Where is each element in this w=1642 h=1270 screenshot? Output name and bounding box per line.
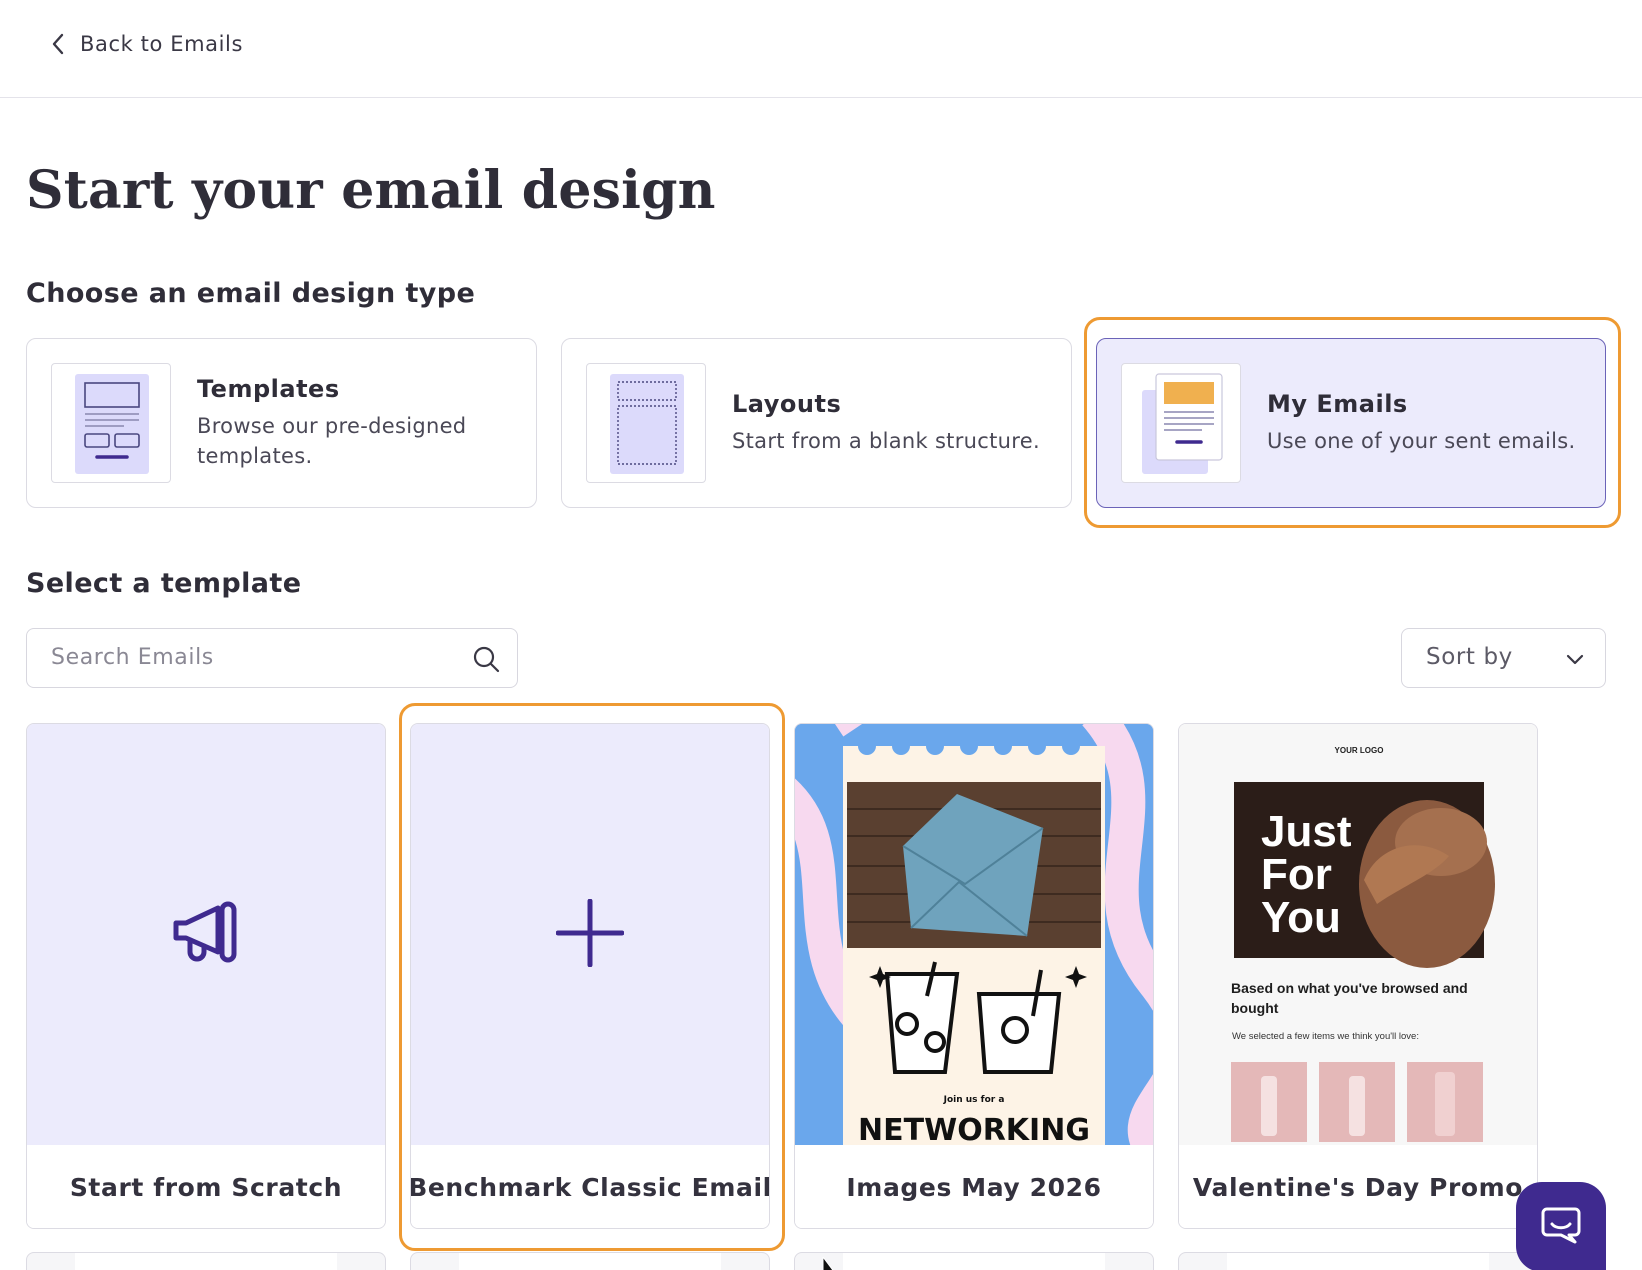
preview-invite-text: Join us for a bbox=[943, 1095, 1005, 1105]
template-card-row2[interactable] bbox=[794, 1252, 1154, 1270]
templates-card-description: Browse our pre-designed templates. bbox=[197, 414, 467, 468]
sort-by-dropdown[interactable]: Sort by bbox=[1401, 628, 1606, 688]
template-card-benchmark-classic-email[interactable]: Benchmark Classic Email bbox=[410, 723, 770, 1229]
mouse-cursor-icon bbox=[821, 1255, 839, 1270]
preview-hero-line3: You bbox=[1261, 893, 1341, 942]
sort-by-label: Sort by bbox=[1426, 644, 1513, 670]
template-name: Benchmark Classic Email bbox=[411, 1145, 769, 1228]
template-thumbnail-icon bbox=[51, 363, 171, 483]
megaphone-icon bbox=[170, 900, 242, 970]
preview-hero-line2: For bbox=[1261, 850, 1332, 899]
back-link-label: Back to Emails bbox=[80, 32, 244, 56]
template-card-start-from-scratch[interactable]: Start from Scratch bbox=[26, 723, 386, 1229]
preview-subtext: We selected a few items we think you'll … bbox=[1232, 1031, 1419, 1042]
my-emails-thumbnail-icon bbox=[1121, 363, 1241, 483]
chevron-down-icon bbox=[1565, 651, 1585, 670]
template-preview bbox=[27, 724, 385, 1145]
design-type-templates-card[interactable]: Templates Browse our pre-designed templa… bbox=[26, 338, 537, 508]
valentine-email-preview-image: YOUR LOGO Just For You Based on what you… bbox=[1179, 724, 1537, 1145]
chat-bubble-icon bbox=[1539, 1203, 1583, 1251]
search-icon[interactable] bbox=[471, 644, 501, 678]
preview-hero-line1: Just bbox=[1261, 807, 1352, 856]
networking-email-preview-image: Join us for a NETWORKING bbox=[795, 724, 1153, 1145]
template-name: Valentine's Day Promo bbox=[1179, 1145, 1537, 1228]
preview-networking-text: NETWORKING bbox=[858, 1113, 1090, 1145]
template-name: Images May 2026 bbox=[795, 1145, 1153, 1228]
design-type-layouts-card[interactable]: Layouts Start from a blank structure. bbox=[561, 338, 1072, 508]
design-type-heading: Choose an email design type bbox=[26, 278, 476, 309]
templates-card-title: Templates bbox=[197, 375, 340, 403]
template-preview bbox=[411, 724, 769, 1145]
back-to-emails-link[interactable]: Back to Emails bbox=[50, 26, 243, 62]
layout-thumbnail-icon bbox=[586, 363, 706, 483]
plus-icon bbox=[555, 898, 625, 971]
template-preview: YOUR LOGO Just For You Based on what you… bbox=[1179, 724, 1537, 1145]
search-box bbox=[26, 628, 518, 688]
template-card-images-may-2026[interactable]: Join us for a NETWORKING Images May 2026 bbox=[794, 723, 1154, 1229]
template-name: Start from Scratch bbox=[27, 1145, 385, 1228]
page-title: Start your email design bbox=[26, 160, 716, 221]
layouts-card-title: Layouts bbox=[732, 390, 842, 418]
chevron-left-icon bbox=[50, 32, 66, 56]
preview-logo-text: YOUR LOGO bbox=[1335, 746, 1384, 755]
template-card-row2[interactable] bbox=[1178, 1252, 1538, 1270]
top-bar: Back to Emails bbox=[0, 0, 1642, 98]
my-emails-card-title: My Emails bbox=[1267, 390, 1408, 418]
select-template-heading: Select a template bbox=[26, 568, 302, 599]
preview-heading-text: Based on what you've browsed and bought bbox=[1231, 980, 1468, 1016]
template-card-valentines-day-promo[interactable]: YOUR LOGO Just For You Based on what you… bbox=[1178, 723, 1538, 1229]
search-emails-input[interactable] bbox=[51, 629, 471, 686]
chat-support-button[interactable] bbox=[1516, 1182, 1606, 1270]
template-card-row2[interactable] bbox=[26, 1252, 386, 1270]
template-card-row2[interactable] bbox=[410, 1252, 770, 1270]
design-type-my-emails-card[interactable]: My Emails Use one of your sent emails. bbox=[1096, 338, 1606, 508]
layouts-card-description: Start from a blank structure. bbox=[732, 429, 1040, 453]
my-emails-card-description: Use one of your sent emails. bbox=[1267, 429, 1576, 453]
template-preview: Join us for a NETWORKING bbox=[795, 724, 1153, 1145]
